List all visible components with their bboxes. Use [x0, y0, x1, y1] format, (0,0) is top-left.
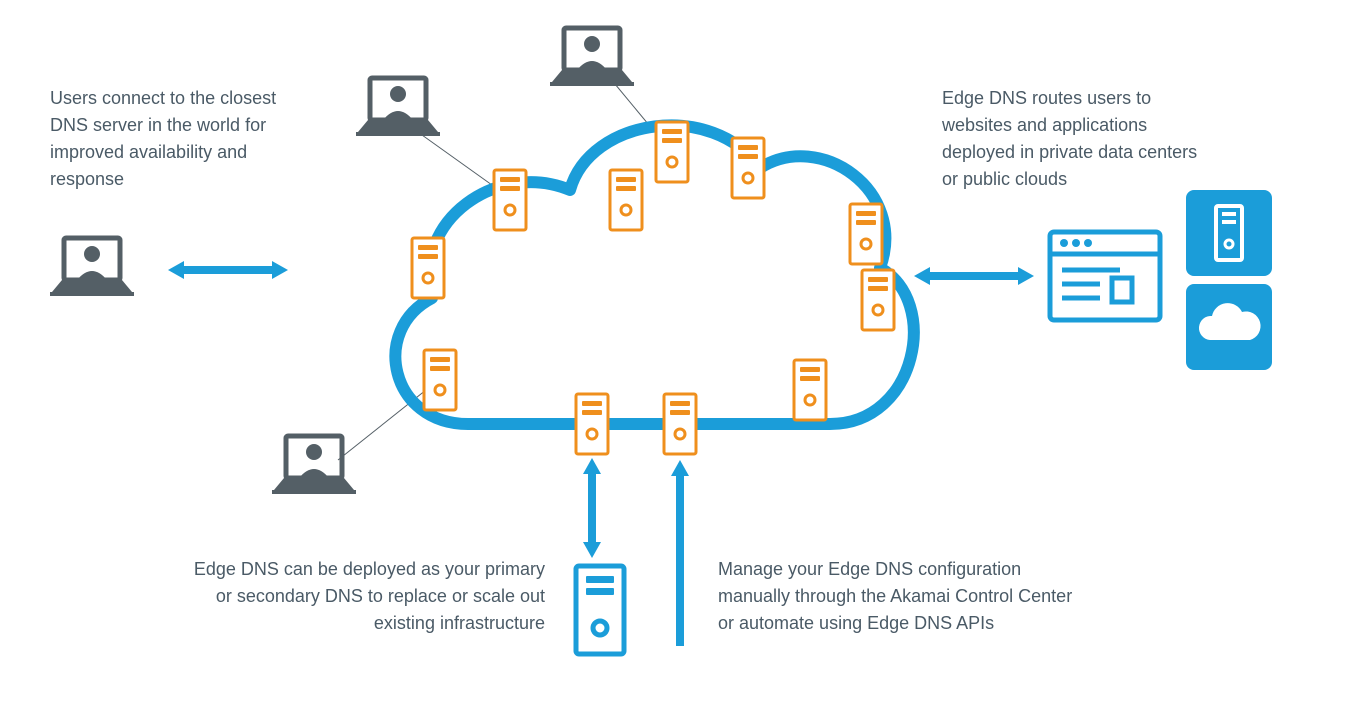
arrow-management [671, 460, 689, 560]
public-cloud-tile-icon [1186, 284, 1272, 370]
arrow-management-stem [676, 556, 684, 646]
edge-dns-architecture-diagram: Users connect to the closest DNS server … [0, 0, 1358, 704]
dns-server-icon [794, 360, 826, 420]
browser-window-icon [1050, 232, 1160, 320]
dns-server-icon [610, 170, 642, 230]
dns-server-icon [656, 122, 688, 182]
dns-server-icon [862, 270, 894, 330]
dns-server-icon [732, 138, 764, 198]
user-laptop-icon [272, 436, 356, 494]
user-laptop-icon [50, 238, 134, 296]
dns-server-icon [494, 170, 526, 230]
dns-server-icon [412, 238, 444, 298]
dns-server-icon [424, 350, 456, 410]
primary-server-icon [576, 566, 624, 654]
user-laptop-icon [550, 28, 634, 86]
dns-servers-group [412, 122, 894, 454]
arrow-cloud-apps [914, 267, 1034, 285]
dns-server-icon [576, 394, 608, 454]
dns-server-icon [850, 204, 882, 264]
dns-server-icon [664, 394, 696, 454]
arrow-primary-secondary [583, 458, 601, 558]
datacenter-tile-icon [1186, 190, 1272, 276]
diagram-canvas [0, 0, 1358, 704]
user-laptop-icon [356, 78, 440, 136]
arrow-user-cloud [168, 261, 288, 279]
